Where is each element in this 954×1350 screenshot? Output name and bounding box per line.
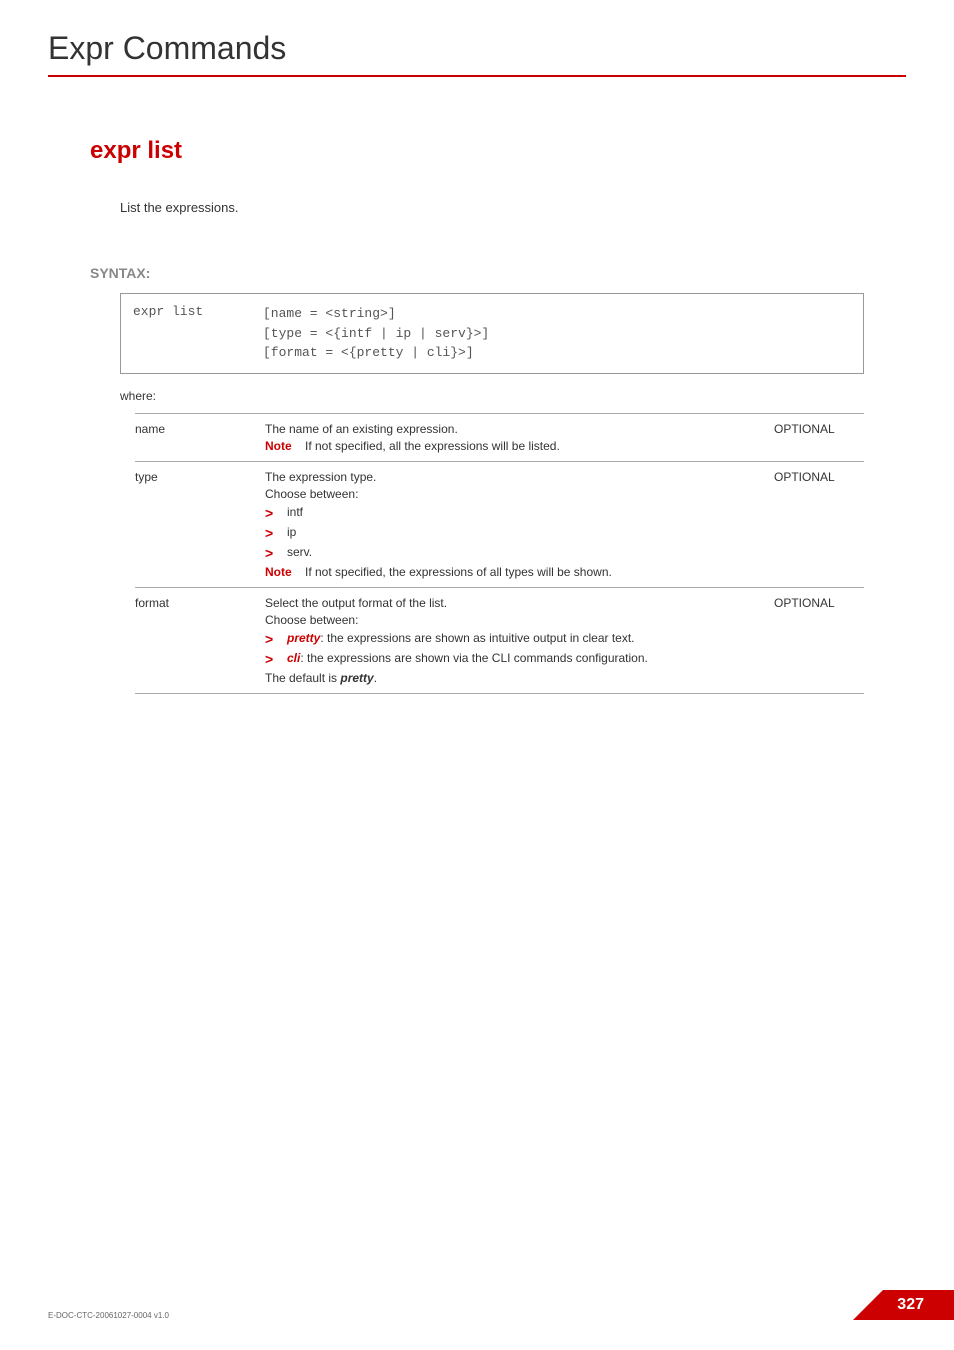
note-label: Note xyxy=(265,439,305,453)
syntax-label: SYNTAX: xyxy=(90,265,864,281)
bullet-item: > ip xyxy=(265,525,764,541)
param-name-cell: type xyxy=(135,461,255,587)
param-desc-text: Select the output format of the list. xyxy=(265,596,764,610)
syntax-args: [name = <string>] [type = <{intf | ip | … xyxy=(263,304,851,363)
bullet-rest: : the expressions are shown as intuitive… xyxy=(320,631,634,645)
syntax-arg-line: [name = <string>] xyxy=(263,304,851,324)
bullet-text: pretty: the expressions are shown as int… xyxy=(287,631,764,645)
chevron-icon: > xyxy=(265,651,287,667)
bullet-item: > pretty: the expressions are shown as i… xyxy=(265,631,764,647)
table-row: format Select the output format of the l… xyxy=(135,587,864,693)
param-desc-text: Choose between: xyxy=(265,613,764,627)
chevron-icon: > xyxy=(265,545,287,561)
syntax-box: expr list [name = <string>] [type = <{in… xyxy=(120,293,864,374)
param-desc-text: The name of an existing expression. xyxy=(265,422,764,436)
syntax-arg-line: [format = <{pretty | cli}>] xyxy=(263,343,851,363)
param-name-cell: name xyxy=(135,413,255,461)
page-title: Expr Commands xyxy=(0,0,954,75)
param-desc-text: Choose between: xyxy=(265,487,764,501)
table-row: type The expression type. Choose between… xyxy=(135,461,864,587)
syntax-command: expr list xyxy=(133,304,263,363)
bullet-rest: : the expressions are shown via the CLI … xyxy=(300,651,648,665)
syntax-arg-line: [type = <{intf | ip | serv}>] xyxy=(263,324,851,344)
note-row: Note If not specified, all the expressio… xyxy=(265,439,764,453)
note-row: Note If not specified, the expressions o… xyxy=(265,565,764,579)
bullet-text: serv. xyxy=(287,545,764,559)
description-text: List the expressions. xyxy=(120,200,864,215)
footer-document-id: E-DOC-CTC-20061027-0004 v1.0 xyxy=(48,1311,169,1320)
page-number-wrap: 327 xyxy=(853,1290,954,1320)
emphasized-term: cli xyxy=(287,651,300,665)
param-optional-cell: OPTIONAL xyxy=(774,461,864,587)
table-row: name The name of an existing expression.… xyxy=(135,413,864,461)
param-optional-cell: OPTIONAL xyxy=(774,587,864,693)
emphasized-term: pretty xyxy=(287,631,320,645)
note-label: Note xyxy=(265,565,305,579)
bullet-text: ip xyxy=(287,525,764,539)
chevron-icon: > xyxy=(265,505,287,521)
bullet-item: > cli: the expressions are shown via the… xyxy=(265,651,764,667)
parameter-table: name The name of an existing expression.… xyxy=(135,413,864,694)
param-optional-cell: OPTIONAL xyxy=(774,413,864,461)
param-desc-cell: Select the output format of the list. Ch… xyxy=(255,587,774,693)
chevron-icon: > xyxy=(265,525,287,541)
param-name-cell: format xyxy=(135,587,255,693)
param-desc-cell: The expression type. Choose between: > i… xyxy=(255,461,774,587)
title-underline xyxy=(48,75,906,77)
triangle-decoration xyxy=(853,1290,883,1320)
bullet-item: > intf xyxy=(265,505,764,521)
param-desc-cell: The name of an existing expression. Note… xyxy=(255,413,774,461)
footer: E-DOC-CTC-20061027-0004 v1.0 327 xyxy=(0,1290,954,1320)
note-text: If not specified, the expressions of all… xyxy=(305,565,764,579)
bullet-text: cli: the expressions are shown via the C… xyxy=(287,651,764,665)
bullet-item: > serv. xyxy=(265,545,764,561)
param-desc-text: The expression type. xyxy=(265,470,764,484)
where-label: where: xyxy=(120,389,864,403)
page-number: 327 xyxy=(883,1290,954,1320)
content-area: expr list List the expressions. SYNTAX: … xyxy=(0,137,954,694)
emphasized-term: pretty xyxy=(340,671,373,685)
default-text: The default is pretty. xyxy=(265,671,764,685)
note-text: If not specified, all the expressions wi… xyxy=(305,439,764,453)
bullet-text: intf xyxy=(287,505,764,519)
chevron-icon: > xyxy=(265,631,287,647)
section-heading: expr list xyxy=(90,137,864,165)
